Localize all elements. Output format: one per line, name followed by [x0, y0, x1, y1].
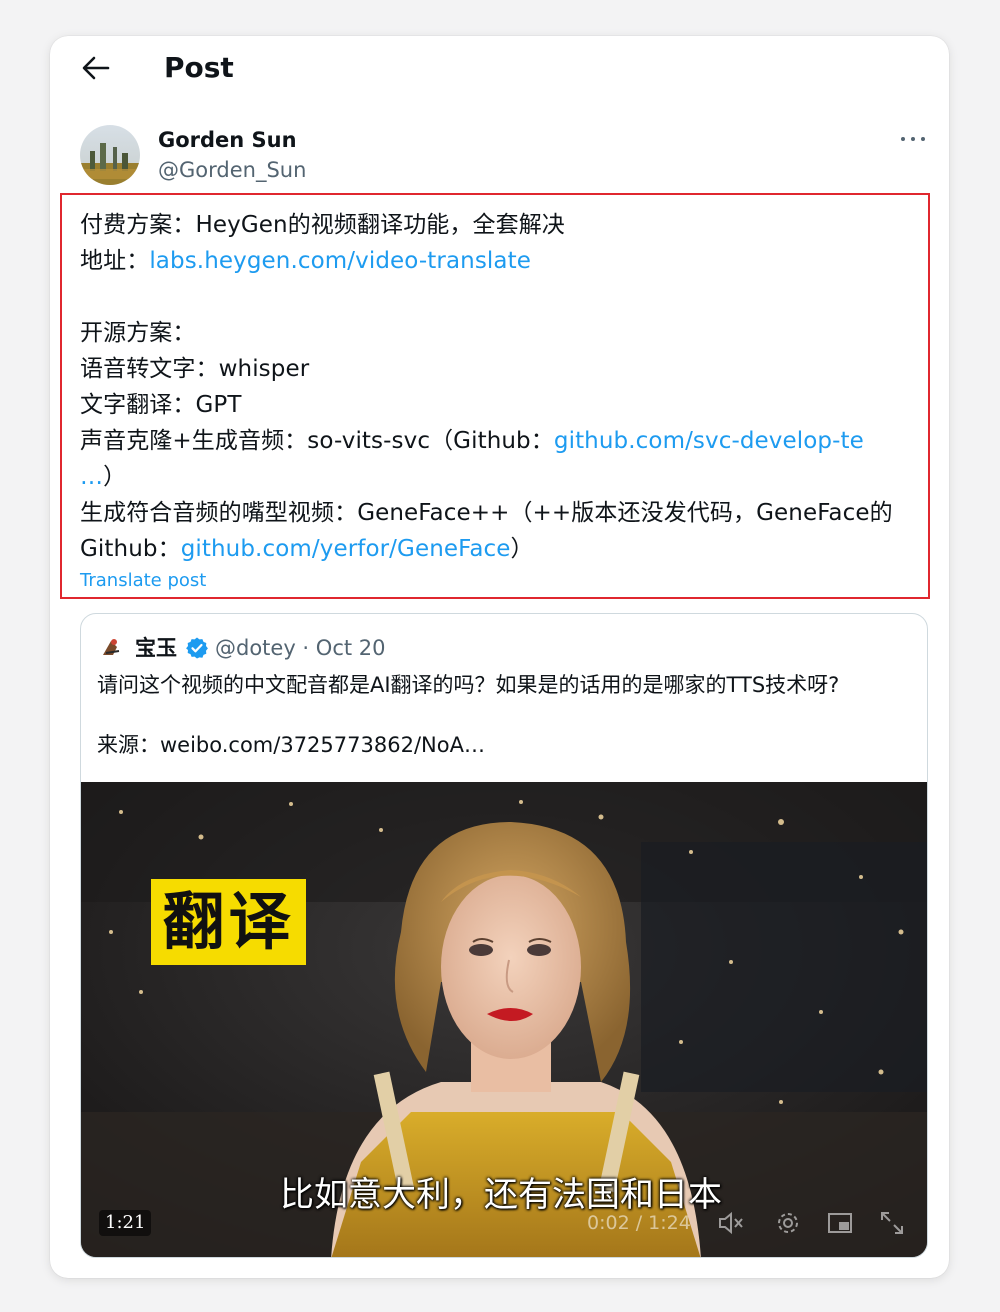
page-header: Post — [50, 36, 949, 100]
translate-post-link[interactable]: Translate post — [80, 569, 206, 593]
more-options-button[interactable] — [896, 128, 930, 150]
quote-author-name: 宝玉 — [135, 636, 177, 660]
quote-meta: @dotey · Oct 20 — [215, 636, 386, 660]
more-horizontal-icon — [901, 137, 905, 141]
video-player[interactable]: 翻译 比如意大利，还有法国和日本 1:21 0:02 / 1:24 — [81, 782, 927, 1257]
translate-badge: 翻译 — [151, 879, 306, 965]
avatar[interactable] — [80, 125, 140, 185]
author-name[interactable]: Gorden Sun — [158, 126, 297, 154]
quote-avatar[interactable] — [97, 633, 125, 661]
post-card: Post Gorden Sun @Gorden_Sun 付费方案：HeyGen的… — [50, 36, 949, 1278]
arrow-left-icon — [82, 56, 110, 80]
video-timestamp: 0:02 / 1:24 — [587, 1212, 691, 1234]
verified-badge-icon — [186, 637, 208, 659]
post-line: ） — [103, 464, 127, 490]
post-line: 开源方案： — [80, 320, 196, 346]
video-duration: 1:21 — [99, 1210, 152, 1236]
page-title: Post — [164, 51, 234, 84]
expand-icon[interactable] — [877, 1208, 907, 1238]
post-line: 地址： — [80, 248, 150, 274]
post-line: 声音克隆+生成音频：so-vits-svc（Github： — [80, 428, 554, 454]
geneface-github-link[interactable]: github.com/yerfor/GeneFace — [181, 536, 511, 562]
gear-icon[interactable] — [773, 1208, 803, 1238]
quote-text: 请问这个视频的中文配音都是AI翻译的吗？如果是的话用的是哪家的TTS技术呀? — [97, 673, 840, 697]
post-line: 付费方案：HeyGen的视频翻译功能，全套解决 — [80, 212, 565, 238]
picture-in-picture-icon[interactable] — [825, 1208, 855, 1238]
speaker-muted-icon[interactable] — [715, 1208, 745, 1238]
post-text: 付费方案：HeyGen的视频翻译功能，全套解决 地址：labs.heygen.c… — [80, 207, 916, 567]
quote-source: 来源：weibo.com/3725773862/NoA… — [97, 733, 485, 757]
back-button[interactable] — [78, 50, 114, 86]
post-line: 文字翻译：GPT — [80, 392, 242, 418]
heygen-link[interactable]: labs.heygen.com/video-translate — [149, 248, 531, 274]
post-line: ） — [510, 536, 534, 562]
post-body-highlight: 付费方案：HeyGen的视频翻译功能，全套解决 地址：labs.heygen.c… — [60, 193, 930, 599]
author-handle[interactable]: @Gorden_Sun — [158, 156, 306, 184]
quoted-post[interactable]: 宝玉 @dotey · Oct 20 请问这个视频的中文配音都是AI翻译的吗？如… — [80, 613, 928, 1258]
post-line: 语音转文字：whisper — [80, 356, 310, 382]
